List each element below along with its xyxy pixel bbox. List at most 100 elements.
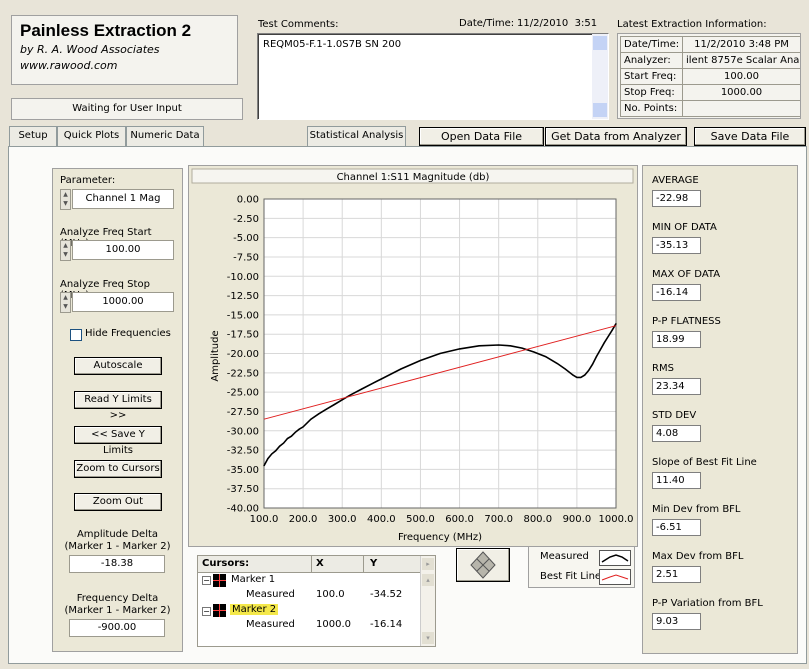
measured-point [302,426,304,428]
measured-point [572,374,574,376]
marker1-label[interactable]: Marker 1 [231,574,275,585]
measured-point [286,437,289,440]
author-text: by R. A. Wood Associates [20,43,160,56]
measured-point [271,453,273,455]
y-tick-label: -25.00 [227,388,259,399]
cursor-move-pad[interactable] [456,548,510,582]
x-tick-label: 900.0 [563,514,592,525]
measured-point [615,323,617,325]
chart-xlabel: Frequency (MHz) [398,532,482,543]
stat-value: 4.08 [652,425,701,442]
tab-numeric-data[interactable]: Numeric Data [126,126,204,146]
comments-label: Test Comments: [258,19,339,30]
stop-freq-spinner[interactable]: ▲ ▼ [60,292,71,313]
hide-frequencies-checkbox[interactable] [70,329,82,341]
cursor-table-divider-1 [311,556,312,572]
parameter-select[interactable]: Channel 1 Mag [72,189,174,209]
graph-panel: Channel 1:S11 Magnitude (db) Amplitude F… [188,165,638,547]
s11-magnitude-chart[interactable]: Channel 1:S11 Magnitude (db) Amplitude F… [189,166,637,546]
y-tick-label: -30.00 [227,426,259,437]
tab-strip: SetupQuick PlotsNumeric DataGraphical An… [9,126,409,274]
zoom-out-button[interactable]: Zoom Out [74,493,162,511]
measured-point [498,344,500,346]
latest-info-value: 100.00 [682,68,800,85]
measured-point [290,435,292,437]
measured-point [294,431,296,433]
y-tick-label: -5.00 [233,233,259,244]
measured-point [509,345,511,347]
y-tick-label: -35.00 [227,465,259,476]
measured-point [400,368,402,370]
measured-point [599,349,601,351]
measured-point [588,369,590,372]
measured-point [521,347,523,349]
marker1-collapse-icon[interactable]: − [202,576,211,585]
read-y-limits-button[interactable]: Read Y Limits >> [74,391,162,421]
stat-label: Min Dev from BFL [652,504,741,515]
measured-point [361,388,363,390]
measured-point [607,335,609,338]
cursor-scroll-down-arrow[interactable]: ▾ [422,632,434,644]
legend-measured-swatch[interactable] [599,550,631,566]
x-tick-label: 600.0 [445,514,474,525]
cursors-header: Cursors: [202,558,250,569]
comments-scrollbar[interactable] [592,34,608,119]
measured-point [333,403,335,406]
save-y-limits-button[interactable]: << Save Y Limits [74,426,162,456]
status-text: Waiting for User Input [72,103,182,114]
marker2-y: -16.14 [370,619,403,630]
measured-point [478,345,480,347]
marker2-collapse-icon[interactable]: − [202,607,211,616]
latest-info-row: Analyzer:ilent 8757e Scalar Analyz [620,52,800,69]
scroll-down-arrow[interactable] [593,103,607,117]
x-tick-label: 500.0 [406,514,435,525]
tab-statistical-analysis[interactable]: Statistical Analysis [307,126,406,146]
measured-point [279,445,281,447]
x-tick-label: 100.0 [250,514,279,525]
tab-setup[interactable]: Setup [9,126,57,146]
latest-info-row: No. Points: [620,100,800,117]
legend-bestfit-swatch[interactable] [599,569,631,585]
start-freq-input[interactable]: 100.00 [72,240,174,260]
marker2-label[interactable]: Marker 2 [230,604,279,615]
x-tick-label: 300.0 [328,514,357,525]
parameter-spinner[interactable]: ▲ ▼ [60,189,71,210]
latest-info-value [682,100,800,117]
y-tick-label: -22.50 [227,368,259,379]
cursor-col-y: Y [370,558,378,569]
stat-label: P-P Variation from BFL [652,598,763,609]
status-panel: Waiting for User Input [11,98,243,120]
latest-info-value: 11/2/2010 3:48 PM [682,36,800,53]
measured-point [439,352,441,355]
cursors-scrollbar[interactable]: ▸ ▴ ▾ [420,556,435,646]
cursor-scroll-right-arrow[interactable]: ▸ [422,558,434,570]
chart-ylabel: Amplitude [210,330,221,381]
measured-point [576,376,578,379]
start-freq-spinner[interactable]: ▲ ▼ [60,240,71,261]
zoom-to-cursors-button[interactable]: Zoom to Cursors [74,460,162,478]
latest-info-key: No. Points: [620,100,683,117]
x-tick-label: 200.0 [289,514,318,525]
save-data-file-button[interactable]: Save Data File [694,127,806,146]
frequency-delta-value: -900.00 [69,619,165,637]
latest-info-key: Stop Freq: [620,84,683,101]
measured-point [325,408,328,410]
scroll-up-arrow[interactable] [593,36,607,50]
latest-info-table: Date/Time: 11/2/2010 3:48 PM Analyzer: ilen… [620,36,800,117]
latest-info-value: ilent 8757e Scalar Analyz [682,52,800,69]
datetime-value: 11/2/2010 3:51 [517,18,598,29]
amplitude-delta-sublabel: (Marker 1 - Marker 2) [64,541,171,552]
comments-textarea[interactable]: REQM05-F.1-1.0S7B SN 200 [257,33,609,120]
cursor-scroll-up-arrow[interactable]: ▴ [422,574,434,586]
stat-label: AVERAGE [652,175,699,186]
stop-freq-input[interactable]: 1000.00 [72,292,174,312]
legend-measured-label: Measured [540,551,589,562]
measured-point [267,457,269,460]
autoscale-button[interactable]: Autoscale [74,357,162,375]
measured-point [419,359,422,362]
stat-value: 18.99 [652,331,701,348]
get-data-button[interactable]: Get Data from Analyzer [545,127,687,146]
tab-quick-plots[interactable]: Quick Plots [57,126,126,146]
open-data-file-button[interactable]: Open Data File [419,127,544,146]
measured-point [556,362,558,365]
